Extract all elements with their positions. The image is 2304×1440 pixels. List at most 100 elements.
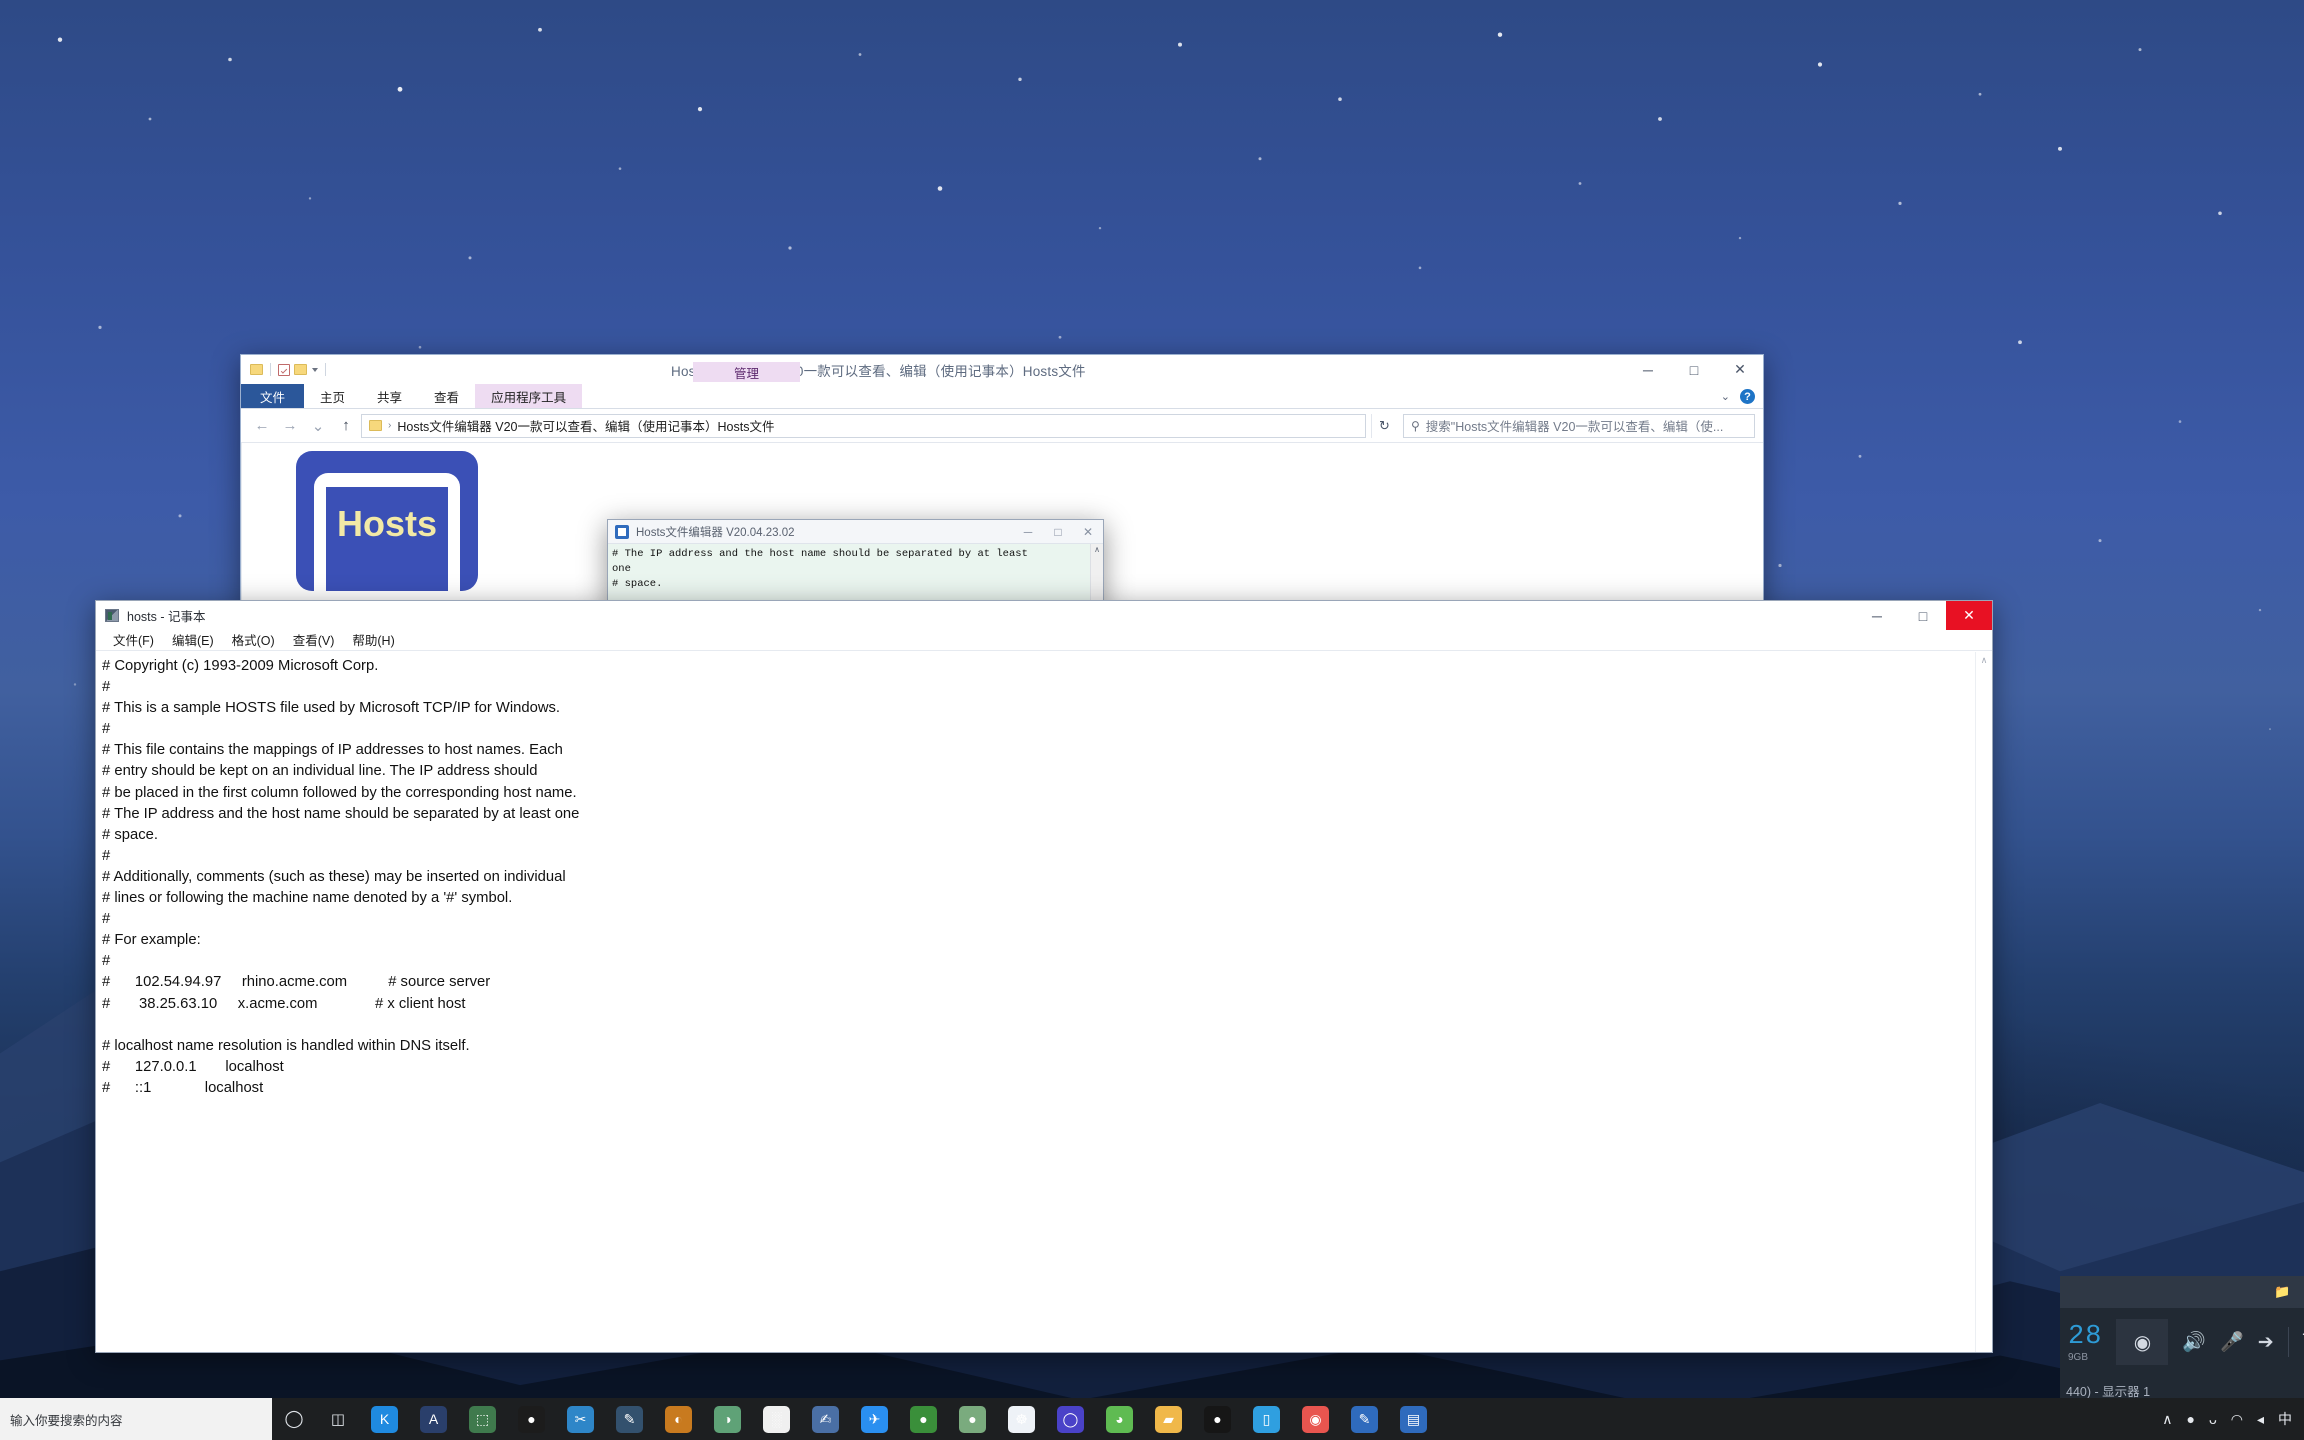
show-hidden-icons-chevron[interactable]: ∧	[2162, 1411, 2172, 1428]
obs-record-icon[interactable]: ●	[1193, 1398, 1242, 1440]
notepad-scrollbar[interactable]: ∧	[1975, 652, 1992, 1352]
panda-cloud-icon[interactable]: ●	[948, 1398, 997, 1440]
ribbon-tab-application-tools[interactable]: 应用程序工具	[475, 384, 582, 408]
explorer-window-buttons[interactable]: ─ □ ✕	[1625, 355, 1763, 384]
search-placeholder: 搜索"Hosts文件编辑器 V20一款可以查看、编辑（使...	[1426, 416, 1724, 435]
earth-browser-icon[interactable]: ●	[899, 1398, 948, 1440]
axure-icon[interactable]: A	[409, 1398, 458, 1440]
notepad-icon-glyph: ▤	[1400, 1406, 1427, 1433]
speaker-icon[interactable]: 🔊	[2182, 1330, 2206, 1354]
kuaishou-icon[interactable]: K	[360, 1398, 409, 1440]
green-panda-icon[interactable]: ◑	[703, 1398, 752, 1440]
hosts-editor-close-button[interactable]: ✕	[1073, 520, 1103, 544]
ribbon-tab-file[interactable]: 文件	[241, 384, 304, 408]
ribbon-tab-home[interactable]: 主页	[304, 384, 361, 408]
notepad-window-buttons[interactable]: ─ □ ✕	[1854, 601, 1992, 630]
screen-capture-icon[interactable]: ⬚	[458, 1398, 507, 1440]
windows-taskbar[interactable]: 输入你要搜索的内容 ◯ ◫ KA⬚●✂✎◐◑░✍✈●●☸◯◕▰●▯◉✎▤ ∧●ᴗ…	[0, 1398, 2304, 1440]
phone-link-icon[interactable]: ▯	[1242, 1398, 1291, 1440]
explorer-title-bar[interactable]: Hosts文件编辑器 V20一款可以查看、编辑（使用记事本）Hosts文件 ─ …	[241, 355, 1763, 384]
file-explorer-icon[interactable]: ▰	[1144, 1398, 1193, 1440]
hosts-editor-minimize-button[interactable]: ─	[1013, 520, 1043, 544]
chrome-icon[interactable]: ◉	[1291, 1398, 1340, 1440]
explorer-maximize-button[interactable]: □	[1671, 355, 1717, 384]
hosts-editor-icon-glyph: ✎	[1351, 1406, 1378, 1433]
design-tool-icon-glyph: ✎	[616, 1406, 643, 1433]
recorder-controls[interactable]: 28 9GB ◉ 🔊 🎤 ➔ T ❙❙	[2060, 1308, 2304, 1376]
menu-item-edit[interactable]: 编辑(E)	[163, 630, 223, 649]
hosts-editor-title-bar[interactable]: Hosts文件编辑器 V20.04.23.02 ─ □ ✕	[608, 520, 1103, 544]
hosts-editor-title-text: Hosts文件编辑器 V20.04.23.02	[636, 524, 795, 540]
up-button[interactable]: ↑	[333, 413, 359, 439]
taskbar-app-icons[interactable]: KA⬚●✂✎◐◑░✍✈●●☸◯◕▰●▯◉✎▤	[360, 1398, 1438, 1440]
notepad-menu-bar[interactable]: 文件(F) 编辑(E) 格式(O) 查看(V) 帮助(H)	[96, 629, 1992, 651]
cloud-sync-icon-glyph: ☸	[1008, 1406, 1035, 1433]
menu-item-help[interactable]: 帮助(H)	[343, 630, 403, 649]
chevron-down-icon[interactable]: ⌄	[1721, 390, 1730, 403]
qq-tray-icon[interactable]: ●	[2186, 1411, 2194, 1427]
menu-item-format[interactable]: 格式(O)	[223, 630, 284, 649]
search-input[interactable]: ⚲ 搜索"Hosts文件编辑器 V20一款可以查看、编辑（使...	[1403, 414, 1755, 438]
ribbon-tab-view[interactable]: 查看	[418, 384, 475, 408]
notepad-minimize-button[interactable]: ─	[1854, 601, 1900, 630]
explorer-close-button[interactable]: ✕	[1717, 355, 1763, 384]
axure-icon-glyph: A	[420, 1406, 447, 1433]
logo-text: Hosts	[296, 503, 478, 545]
microphone-icon[interactable]: 🎤	[2220, 1330, 2244, 1354]
help-icon[interactable]: ?	[1740, 389, 1755, 404]
system-tray[interactable]: ∧ ● ᴗ ◠ ◂ 中	[2162, 1398, 2304, 1440]
explorer-address-bar[interactable]: ← → ⌄ ↑ › Hosts文件编辑器 V20一款可以查看、编辑（使用记事本）…	[241, 409, 1763, 443]
menu-item-file[interactable]: 文件(F)	[104, 630, 163, 649]
hosts-editor-icon[interactable]: ✎	[1340, 1398, 1389, 1440]
forward-button[interactable]: →	[277, 413, 303, 439]
network-tray-icon[interactable]: ◠	[2231, 1411, 2243, 1428]
cloud-sync-icon[interactable]: ☸	[997, 1398, 1046, 1440]
qq-browser-icon[interactable]: ◯	[1046, 1398, 1095, 1440]
dingtalk-icon[interactable]: ✈	[850, 1398, 899, 1440]
notepad-textarea[interactable]: # Copyright (c) 1993-2009 Microsoft Corp…	[96, 652, 1975, 1352]
wechat-icon[interactable]: ◕	[1095, 1398, 1144, 1440]
snipping-tool-icon[interactable]: ✂	[556, 1398, 605, 1440]
notepad-icon[interactable]: ▤	[1389, 1398, 1438, 1440]
hosts-editor-window[interactable]: Hosts文件编辑器 V20.04.23.02 ─ □ ✕ # The IP a…	[607, 519, 1104, 610]
kuaishou-icon-glyph: K	[371, 1406, 398, 1433]
explorer-minimize-button[interactable]: ─	[1625, 355, 1671, 384]
notepad-close-button[interactable]: ✕	[1946, 601, 1992, 630]
cursor-icon[interactable]: ➔	[2258, 1331, 2274, 1354]
webcam-icon[interactable]: ◉	[2116, 1319, 2168, 1365]
ribbon-tab-share[interactable]: 共享	[361, 384, 418, 408]
notepad-title-bar[interactable]: hosts - 记事本 ─ □ ✕	[96, 601, 1992, 629]
cortana-circle-icon[interactable]: ◯	[272, 1398, 316, 1440]
hosts-editor-window-buttons[interactable]: ─ □ ✕	[1013, 520, 1103, 544]
volume-tray-icon[interactable]: ◂	[2257, 1411, 2264, 1428]
design-tool-icon[interactable]: ✎	[605, 1398, 654, 1440]
menu-item-view[interactable]: 查看(V)	[284, 630, 344, 649]
wechat-icon-glyph: ◕	[1106, 1406, 1133, 1433]
ribbon-right-controls[interactable]: ⌄ ?	[1721, 384, 1755, 409]
task-view-icon[interactable]: ◫	[316, 1398, 360, 1440]
scroll-up-icon[interactable]: ∧	[1976, 655, 1992, 666]
hosts-editor-maximize-button[interactable]: □	[1043, 520, 1073, 544]
folder-icon[interactable]: 📁	[2274, 1284, 2290, 1300]
taskbar-search-box[interactable]: 输入你要搜索的内容	[0, 1398, 272, 1440]
recorder-red-icon[interactable]: ●	[507, 1398, 556, 1440]
ime-tray-icon[interactable]: 中	[2278, 1409, 2292, 1429]
refresh-button[interactable]: ↻	[1371, 414, 1397, 438]
recent-locations-button[interactable]: ⌄	[305, 413, 331, 439]
explorer-ribbon-tabs[interactable]: 管理 文件 主页 共享 查看 应用程序工具 ⌄ ?	[241, 384, 1763, 409]
phone-link-icon-glyph: ▯	[1253, 1406, 1280, 1433]
hosts-editor-app-icon	[615, 525, 629, 539]
media-player-icon-glyph: ◐	[665, 1406, 692, 1433]
notepad-window[interactable]: hosts - 记事本 ─ □ ✕ 文件(F) 编辑(E) 格式(O) 查看(V…	[95, 600, 1993, 1353]
recorder-top-bar[interactable]: 📁 🕑 ?	[2060, 1276, 2304, 1308]
scroll-up-icon[interactable]: ∧	[1091, 545, 1103, 554]
microphone-tray-icon[interactable]: ᴗ	[2209, 1411, 2217, 1427]
notepad-body[interactable]: # Copyright (c) 1993-2009 Microsoft Corp…	[96, 652, 1992, 1352]
back-button[interactable]: ←	[249, 413, 275, 439]
notes-app-icon[interactable]: ✍	[801, 1398, 850, 1440]
color-palette-icon[interactable]: ░	[752, 1398, 801, 1440]
color-palette-icon-glyph: ░	[763, 1406, 790, 1433]
media-player-icon[interactable]: ◐	[654, 1398, 703, 1440]
address-path-box[interactable]: › Hosts文件编辑器 V20一款可以查看、编辑（使用记事本）Hosts文件	[361, 414, 1366, 438]
notepad-maximize-button[interactable]: □	[1900, 601, 1946, 630]
